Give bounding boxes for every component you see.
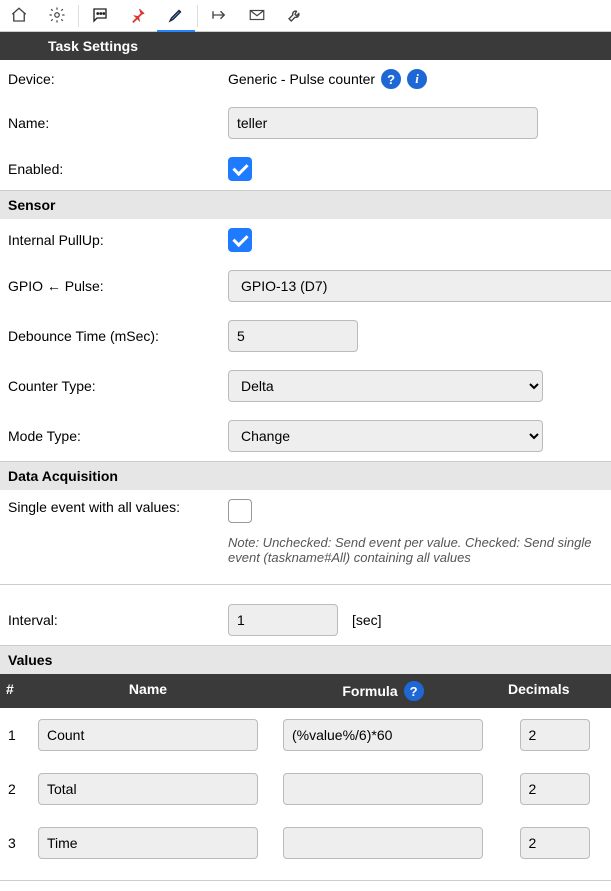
gpio-label: GPIO ← Pulse:: [8, 278, 228, 294]
sensor-header: Sensor: [0, 190, 611, 219]
single-event-label: Single event with all values:: [8, 499, 228, 515]
row-gpio: GPIO ← Pulse: GPIO-13 (D7): [0, 261, 611, 311]
counter-type-select[interactable]: Delta: [228, 370, 543, 402]
row-debounce: Debounce Time (mSec):: [0, 311, 611, 361]
values-header: Values: [0, 645, 611, 674]
value-formula-input[interactable]: [283, 773, 483, 805]
debounce-label: Debounce Time (mSec):: [8, 328, 228, 344]
row-device: Device: Generic - Pulse counter ? i: [0, 60, 611, 98]
home-icon[interactable]: [0, 0, 38, 32]
col-formula-header: Formula ?: [268, 674, 498, 708]
row-single-event: Single event with all values: Note: Unch…: [0, 490, 611, 574]
name-input[interactable]: [228, 107, 538, 139]
value-name-input[interactable]: [38, 719, 258, 751]
interval-label: Interval:: [8, 612, 228, 628]
separator: [0, 584, 611, 585]
col-idx-header: #: [0, 674, 28, 708]
value-formula-input[interactable]: [283, 827, 483, 859]
toolbar-separator: [78, 5, 79, 27]
col-decimals-header: Decimals: [498, 674, 611, 708]
page-title: Task Settings: [0, 32, 611, 60]
row-interval: Interval: [sec]: [0, 595, 611, 645]
row-pullup: Internal PullUp:: [0, 219, 611, 261]
row-mode-type: Mode Type: Change: [0, 411, 611, 461]
enabled-checkbox[interactable]: [228, 157, 252, 181]
interval-input[interactable]: [228, 604, 338, 636]
pullup-checkbox[interactable]: [228, 228, 252, 252]
pin-icon[interactable]: [119, 0, 157, 32]
wrench-icon[interactable]: [276, 0, 314, 32]
row-enabled: Enabled:: [0, 148, 611, 190]
values-table-body: 1 2 3: [0, 708, 611, 870]
mode-type-label: Mode Type:: [8, 428, 228, 444]
row-name: Name:: [0, 98, 611, 148]
name-label: Name:: [8, 115, 228, 131]
counter-type-label: Counter Type:: [8, 378, 228, 394]
value-name-input[interactable]: [38, 827, 258, 859]
col-name-header: Name: [28, 674, 268, 708]
mode-type-select[interactable]: Change: [228, 420, 543, 452]
value-decimals-input[interactable]: [520, 827, 590, 859]
values-table-header: # Name Formula ? Decimals: [0, 674, 611, 708]
value-name-input[interactable]: [38, 773, 258, 805]
pullup-label: Internal PullUp:: [8, 232, 228, 248]
toolbar-separator: [197, 5, 198, 27]
table-row: 2: [0, 762, 611, 816]
separator: [0, 880, 611, 881]
device-label: Device:: [8, 71, 228, 87]
gear-icon[interactable]: [38, 0, 76, 32]
help-icon[interactable]: ?: [404, 681, 424, 701]
single-event-note: Note: Unchecked: Send event per value. C…: [228, 535, 603, 565]
marker-icon[interactable]: [157, 0, 195, 32]
mail-icon[interactable]: [238, 0, 276, 32]
interval-unit: [sec]: [352, 612, 382, 628]
row-index: 1: [0, 720, 28, 750]
value-formula-input[interactable]: [283, 719, 483, 751]
enabled-label: Enabled:: [8, 161, 228, 177]
info-icon[interactable]: i: [407, 69, 427, 89]
top-toolbar: [0, 0, 611, 32]
value-decimals-input[interactable]: [520, 773, 590, 805]
row-index: 3: [0, 828, 28, 858]
data-acq-header: Data Acquisition: [0, 461, 611, 490]
gpio-select[interactable]: GPIO-13 (D7): [228, 270, 611, 302]
device-value: Generic - Pulse counter: [228, 71, 375, 87]
comment-icon[interactable]: [81, 0, 119, 32]
help-icon[interactable]: ?: [381, 69, 401, 89]
table-row: 1: [0, 708, 611, 762]
row-counter-type: Counter Type: Delta: [0, 361, 611, 411]
debounce-input[interactable]: [228, 320, 358, 352]
table-row: 3: [0, 816, 611, 870]
arrow-right-icon[interactable]: [200, 0, 238, 32]
single-event-checkbox[interactable]: [228, 499, 252, 523]
value-decimals-input[interactable]: [520, 719, 590, 751]
